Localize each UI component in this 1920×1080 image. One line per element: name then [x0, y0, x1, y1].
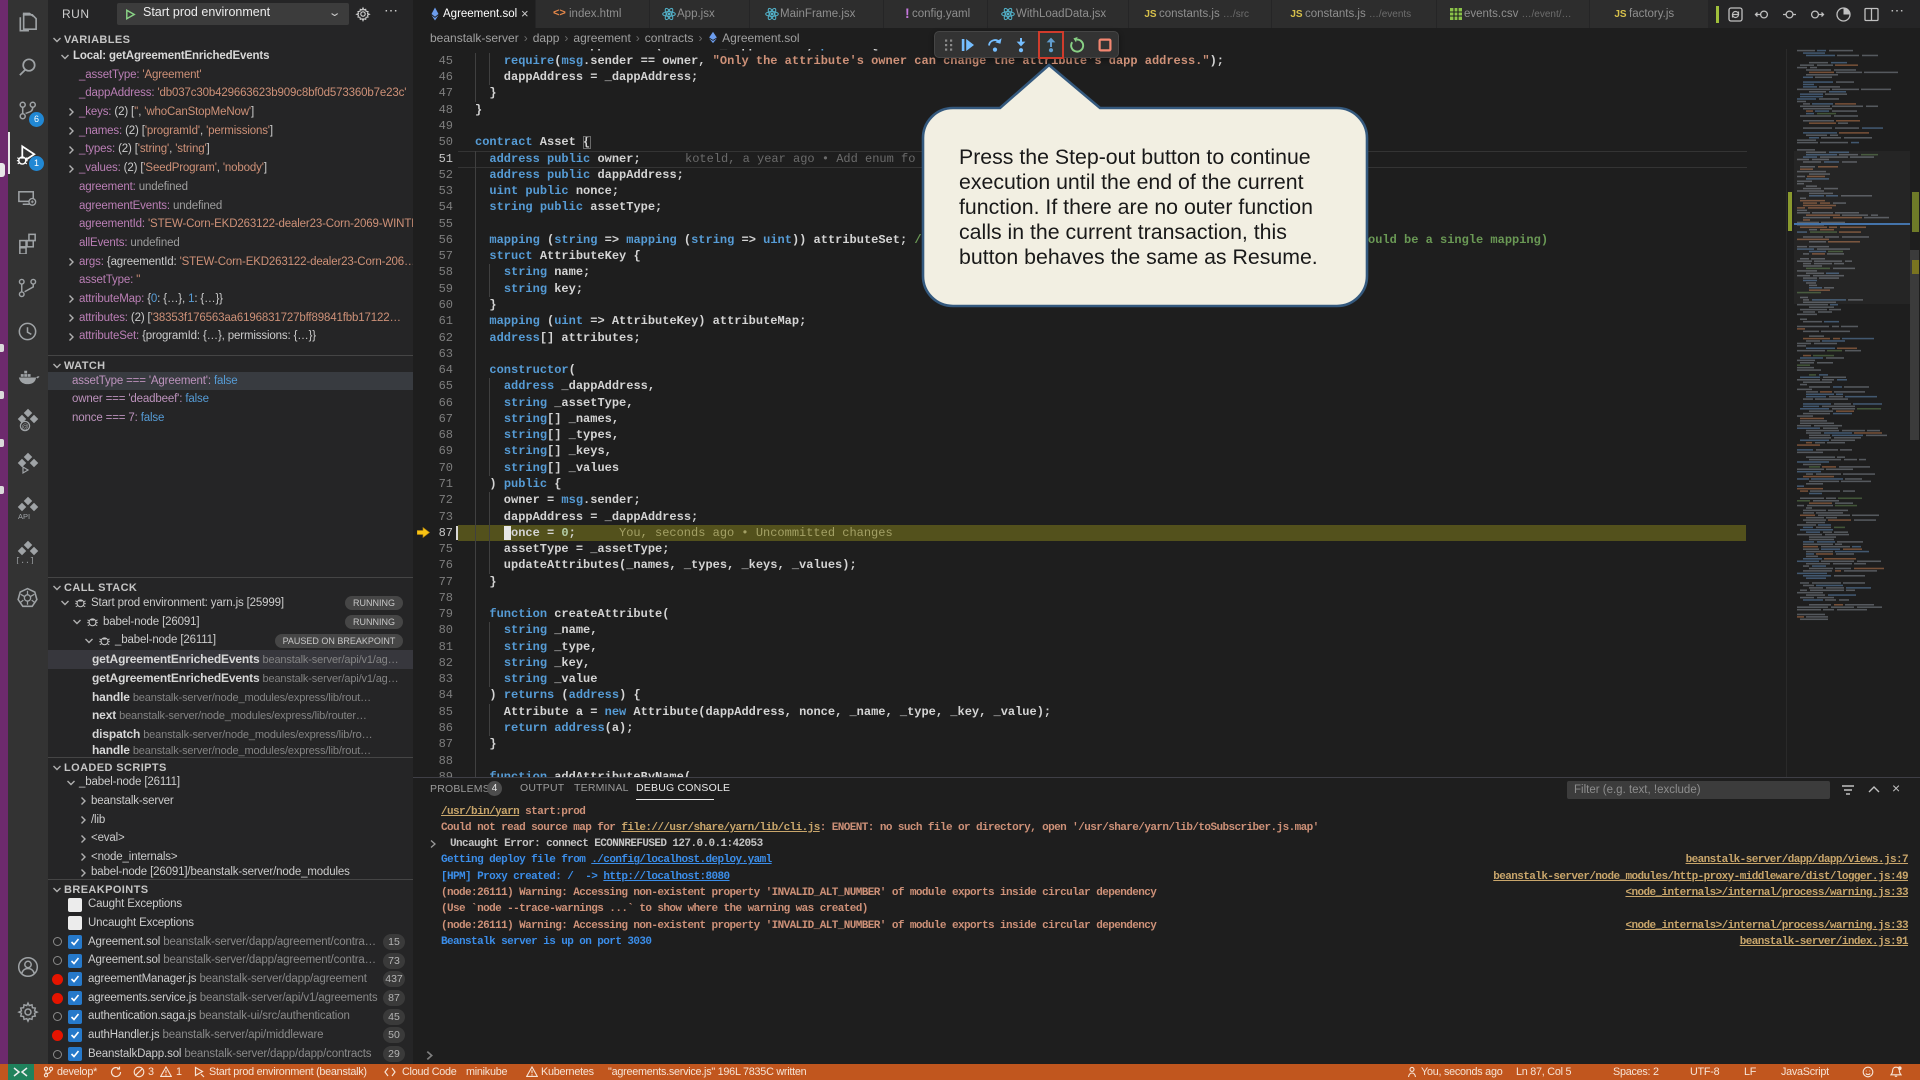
- svg-text:API: API: [18, 512, 30, 520]
- svg-text:[..]: [..]: [16, 557, 35, 564]
- svg-text:@: @: [21, 424, 28, 431]
